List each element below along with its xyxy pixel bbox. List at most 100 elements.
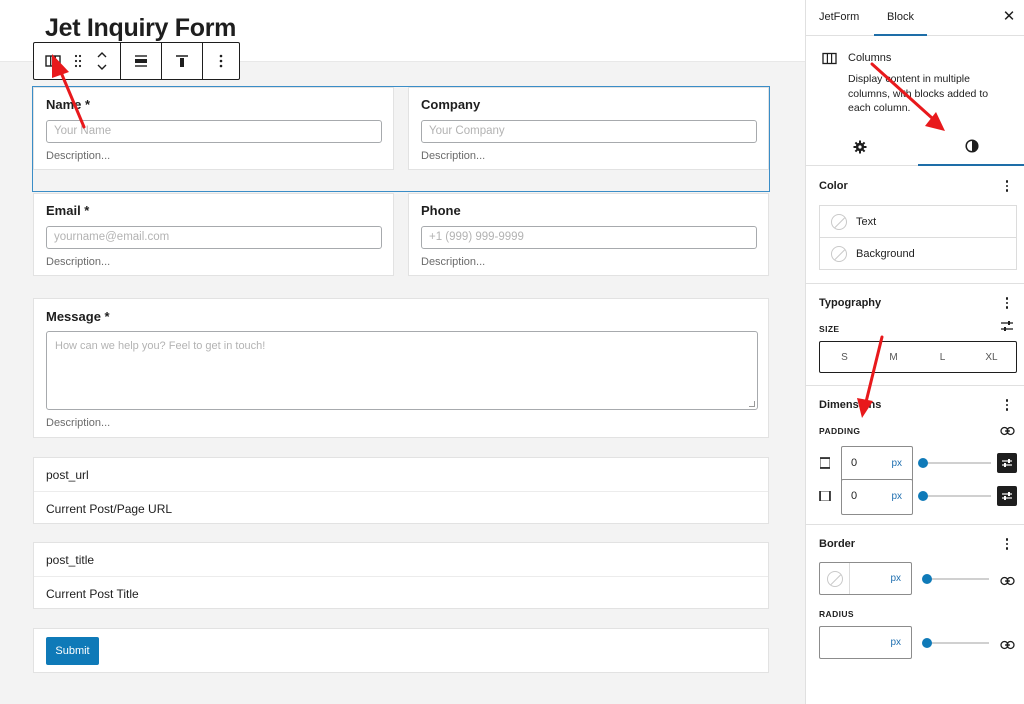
name-description: Description... bbox=[46, 150, 111, 162]
padding-horizontal-icon bbox=[819, 490, 831, 505]
block-name: Columns bbox=[848, 52, 892, 64]
custom-size-settings-icon[interactable] bbox=[1000, 320, 1014, 335]
radius-input[interactable]: px bbox=[819, 626, 912, 659]
size-m-option[interactable]: M bbox=[869, 342, 918, 372]
empty-swatch-icon bbox=[831, 213, 847, 230]
radius-label: RADIUS bbox=[819, 609, 854, 619]
divider bbox=[34, 576, 768, 577]
post-title-label: Current Post Title bbox=[46, 587, 139, 601]
close-icon[interactable]: ✕ bbox=[1001, 9, 1017, 25]
typography-title: Typography bbox=[819, 297, 882, 309]
slider-handle[interactable] bbox=[918, 491, 928, 501]
company-field[interactable]: Company Your Company Description... bbox=[408, 87, 769, 170]
company-input[interactable]: Your Company bbox=[421, 120, 757, 143]
columns-block-icon bbox=[822, 52, 837, 68]
typography-options-icon[interactable] bbox=[1001, 295, 1013, 311]
message-placeholder: How can we help you? Feel to get in touc… bbox=[55, 340, 266, 352]
submit-button[interactable]: Submit bbox=[46, 637, 99, 665]
dimensions-options-icon[interactable] bbox=[1001, 397, 1013, 413]
padding-vertical-slider[interactable] bbox=[918, 458, 991, 468]
email-field[interactable]: Email * yourname@email.com Description..… bbox=[33, 193, 394, 276]
slider-handle[interactable] bbox=[918, 458, 928, 468]
block-toolbar bbox=[33, 42, 240, 80]
resize-handle[interactable] bbox=[749, 401, 755, 407]
company-label: Company bbox=[421, 97, 481, 112]
settings-sidebar: JetForm Block ✕ Columns Display content … bbox=[805, 0, 1024, 704]
padding-horizontal-unit[interactable]: px bbox=[891, 491, 902, 502]
size-label: SIZE bbox=[819, 324, 840, 334]
border-title: Border bbox=[819, 538, 856, 550]
editor-canvas: Jet Inquiry Form Name * Your Name Descri… bbox=[0, 0, 805, 704]
border-width-input[interactable]: px bbox=[819, 562, 912, 595]
dimensions-panel: Dimensions PADDING 0 px 0 px bbox=[806, 386, 1024, 525]
tab-block[interactable]: Block bbox=[874, 0, 927, 36]
size-xl-option[interactable]: XL bbox=[967, 342, 1016, 372]
styles-contrast-icon[interactable] bbox=[918, 128, 1024, 166]
drag-handle-icon[interactable] bbox=[72, 43, 84, 79]
size-l-option[interactable]: L bbox=[918, 342, 967, 372]
move-up-down-icon[interactable] bbox=[84, 43, 120, 79]
more-options-icon[interactable] bbox=[203, 43, 239, 79]
message-textarea[interactable]: How can we help you? Feel to get in touc… bbox=[46, 331, 758, 410]
color-background-item[interactable]: Background bbox=[820, 238, 1016, 270]
phone-description: Description... bbox=[421, 256, 486, 268]
padding-horizontal-slider[interactable] bbox=[918, 491, 991, 501]
color-text-item[interactable]: Text bbox=[820, 206, 1016, 238]
page-title[interactable]: Jet Inquiry Form bbox=[45, 14, 236, 43]
color-background-label: Background bbox=[856, 248, 915, 260]
padding-vertical-unit[interactable]: px bbox=[891, 458, 902, 469]
email-label: Email * bbox=[46, 203, 90, 218]
color-text-label: Text bbox=[856, 215, 877, 228]
email-input[interactable]: yourname@email.com bbox=[46, 226, 382, 249]
radius-unit[interactable]: px bbox=[890, 637, 901, 648]
border-panel: Border px RADIUS px bbox=[806, 525, 1024, 704]
phone-field[interactable]: Phone +1 (999) 999-9999 Description... bbox=[408, 193, 769, 276]
tab-jetform[interactable]: JetForm bbox=[819, 0, 859, 36]
padding-vertical-custom-icon[interactable] bbox=[997, 453, 1017, 473]
border-color-swatch[interactable] bbox=[820, 563, 850, 594]
padding-horizontal-input[interactable]: 0 px bbox=[841, 479, 913, 515]
toolbar-group-valign bbox=[162, 43, 203, 79]
post-title-name: post_title bbox=[46, 553, 95, 567]
post-url-label: Current Post/Page URL bbox=[46, 502, 173, 516]
vertical-align-top-icon[interactable] bbox=[162, 43, 202, 79]
link-border-sides-icon[interactable] bbox=[1000, 574, 1015, 589]
align-icon[interactable] bbox=[121, 43, 161, 79]
radius-slider[interactable] bbox=[922, 638, 989, 648]
toolbar-group-more bbox=[203, 43, 239, 79]
hidden-field-post-title[interactable]: post_title Current Post Title bbox=[33, 542, 769, 609]
padding-vertical-value: 0 bbox=[851, 457, 858, 469]
border-width-unit[interactable]: px bbox=[890, 573, 901, 584]
phone-input[interactable]: +1 (999) 999-9999 bbox=[421, 226, 757, 249]
padding-horizontal-value: 0 bbox=[851, 490, 858, 502]
inspector-sub-tabs bbox=[806, 128, 1024, 166]
message-label: Message * bbox=[46, 309, 110, 324]
toolbar-group-block bbox=[34, 43, 121, 79]
sidebar-tabs: JetForm Block ✕ bbox=[806, 0, 1024, 36]
name-input[interactable]: Your Name bbox=[46, 120, 382, 143]
slider-handle[interactable] bbox=[922, 638, 932, 648]
link-radius-icon[interactable] bbox=[1000, 638, 1015, 653]
padding-label: PADDING bbox=[819, 426, 861, 436]
hidden-field-post-url[interactable]: post_url Current Post/Page URL bbox=[33, 457, 769, 524]
columns-icon[interactable] bbox=[34, 43, 72, 79]
settings-gear-icon[interactable] bbox=[806, 128, 913, 166]
color-list: Text Background bbox=[819, 205, 1017, 270]
border-options-icon[interactable] bbox=[1001, 536, 1013, 552]
size-s-option[interactable]: S bbox=[820, 342, 869, 372]
message-field[interactable]: Message * How can we help you? Feel to g… bbox=[33, 298, 769, 438]
padding-vertical-input[interactable]: 0 px bbox=[841, 446, 913, 482]
empty-swatch-icon bbox=[826, 570, 843, 587]
empty-swatch-icon bbox=[831, 246, 847, 262]
padding-vertical-icon bbox=[819, 457, 831, 472]
color-options-icon[interactable] bbox=[1001, 178, 1013, 194]
name-field[interactable]: Name * Your Name Description... bbox=[33, 87, 394, 170]
company-description: Description... bbox=[421, 150, 486, 162]
slider-handle[interactable] bbox=[922, 574, 932, 584]
color-title: Color bbox=[819, 180, 848, 192]
font-size-picker: S M L XL bbox=[819, 341, 1017, 373]
padding-horizontal-custom-icon[interactable] bbox=[997, 486, 1017, 506]
border-width-slider[interactable] bbox=[922, 574, 989, 584]
link-sides-icon[interactable] bbox=[1000, 424, 1015, 439]
divider bbox=[34, 491, 768, 492]
